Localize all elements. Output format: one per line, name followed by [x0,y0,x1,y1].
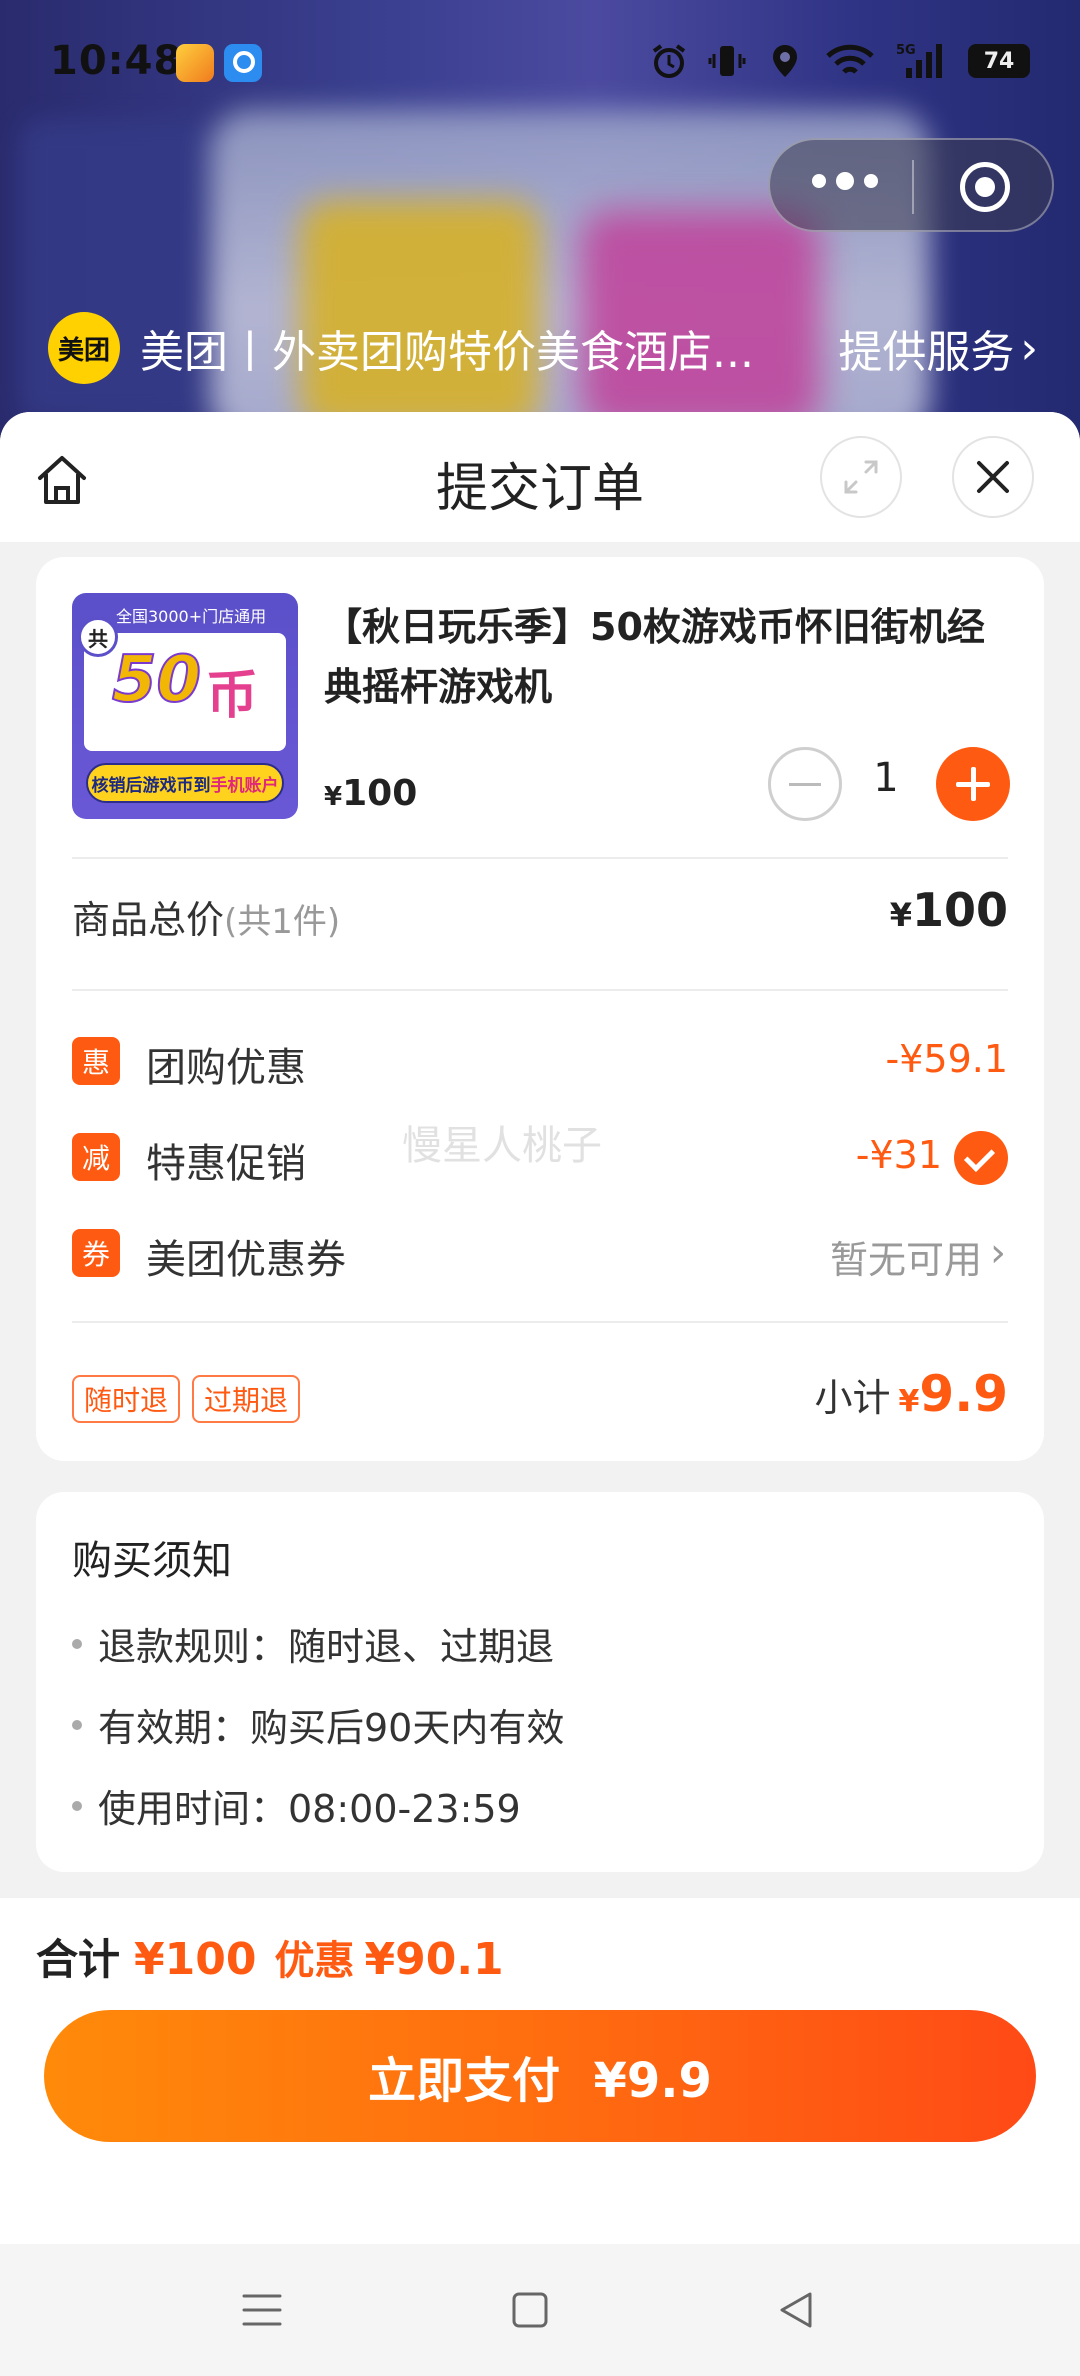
close-miniapp-button[interactable] [960,162,1010,212]
divider [72,857,1008,859]
chevron-right-icon: › [1020,322,1038,374]
image-char: 币 [206,666,259,726]
image-top-text: 全国3000+门店通用 [116,607,267,626]
capsule-divider [912,160,914,214]
menu-icon[interactable] [236,2284,288,2336]
meituan-logo: 美团 [48,312,120,384]
checkmark-icon[interactable] [954,1131,1008,1185]
image-bottom-text-b: 手机账户 [210,775,279,796]
total-price-label: 商品总价(共1件) [72,889,340,944]
notice-item: 使用时间：08:00-23:59 [72,1778,521,1833]
discount-badge: 券 [72,1229,120,1277]
total-value-number: 100 [911,883,1008,937]
service-provider-link[interactable]: 提供服务 [838,316,1014,380]
price-currency: ¥ [324,782,343,812]
discount-value: -¥59.1 [885,1037,1009,1081]
app-618-icon [176,44,214,82]
more-menu-button[interactable] [812,172,878,190]
watermark: 慢星人桃子 [402,1123,602,1169]
miniapp-capsule [768,138,1054,232]
divider [72,989,1008,991]
subtotal: 小计 ¥9.9 [815,1365,1008,1423]
svg-text:5G: 5G [896,43,916,58]
vibrate-icon [708,42,746,80]
expand-icon [844,460,878,494]
discount-value: -¥31 [855,1133,942,1177]
total-label-text: 商品总价 [72,898,225,942]
alarm-icon [650,42,688,80]
image-bottom-text-a: 核销后游戏币到 [91,775,211,796]
notice-title: 购买须知 [72,1538,232,1584]
purchase-notice-card: 购买须知 退款规则：随时退、过期退 有效期：购买后90天内有效 使用时间：08:… [36,1492,1044,1872]
quantity-value: 1 [873,755,899,801]
discount-row-group-buy: 惠 团购优惠 -¥59.1 [72,1031,1008,1091]
divider [72,1321,1008,1323]
notice-item-text: 退款规则：随时退、过期退 [98,1625,555,1669]
system-nav-bar [0,2244,1080,2376]
status-icons: 5G 74 [650,42,1030,80]
notice-item-text: 使用时间：08:00-23:59 [98,1787,521,1831]
subtotal-label: 小计 [814,1376,891,1420]
total-count: (共1件) [224,902,341,942]
discount-badge: 惠 [72,1037,120,1085]
image-bottom-text: 核销后游戏币到 手机账户 [86,763,284,803]
discount-label: 团购优惠 [146,1045,306,1091]
notice-item: 退款规则：随时退、过期退 [72,1616,554,1671]
decrease-quantity-button[interactable] [768,747,842,821]
image-number: 50 [111,642,202,718]
location-icon [766,42,804,80]
discount-label: 特惠促销 [146,1141,306,1187]
battery-icon: 74 [968,44,1030,78]
product-title: 【秋日玩乐季】50枚游戏币怀旧街机经典摇杆游戏机 [324,605,985,709]
sum-label: 合计 [36,1935,121,1984]
discount-row-coupon[interactable]: 券 美团优惠券 暂无可用 › [72,1223,1008,1283]
pay-now-button[interactable]: 立即支付 ¥9.9 [44,2010,1036,2142]
product-price: ¥100 [324,773,417,814]
discount-badge: 减 [72,1133,120,1181]
increase-quantity-button[interactable] [936,747,1010,821]
checkout-footer: 合计 ¥100 优惠 ¥90.1 立即支付 ¥9.9 [0,1898,1080,2244]
page-title: 提交订单 [435,459,644,519]
provider-bar[interactable]: 美团 美团丨外卖团购特价美食酒店... 提供服务 › [48,310,1038,386]
app-qq-browser-icon [224,44,262,82]
back-icon[interactable] [770,2284,822,2336]
refund-tag: 过期退 [192,1375,301,1423]
wifi-icon [824,42,876,80]
refund-tag: 随时退 [72,1375,181,1423]
subtotal-currency: ¥ [898,1384,920,1419]
price-value: 100 [342,773,418,814]
status-time: 10:48 [50,38,183,84]
discount-label: 美团优惠券 [146,1237,346,1283]
discount-total-label: 优惠 [274,1938,355,1984]
product-image[interactable]: 全国3000+门店通用 共 50 币 核销后游戏币到 手机账户 [72,593,298,819]
chevron-right-icon: › [990,1230,1006,1276]
sum-row: 合计 ¥100 优惠 ¥90.1 [36,1926,504,1987]
close-icon [977,461,1009,493]
signal-5g-icon: 5G [896,42,948,80]
sum-total: ¥100 [134,1934,257,1985]
coupon-status: 暂无可用 [829,1238,982,1282]
order-card: 全国3000+门店通用 共 50 币 核销后游戏币到 手机账户 【秋日玩乐季】50… [36,557,1044,1461]
close-button[interactable] [952,436,1034,518]
home-square-icon[interactable] [504,2284,556,2336]
status-bar: 10:48 5G 74 [0,0,1080,130]
provider-name: 美团丨外卖团购特价美食酒店... [140,327,754,378]
sheet-header: 提交订单 [0,412,1080,542]
notice-item: 有效期：购买后90天内有效 [72,1697,564,1752]
discount-total-value: ¥90.1 [364,1934,504,1985]
subtotal-value: 9.9 [919,1365,1008,1423]
expand-button[interactable] [820,436,902,518]
total-price-value: ¥100 [890,883,1008,937]
total-currency: ¥ [889,896,912,934]
notice-item-text: 有效期：购买后90天内有效 [98,1706,565,1750]
